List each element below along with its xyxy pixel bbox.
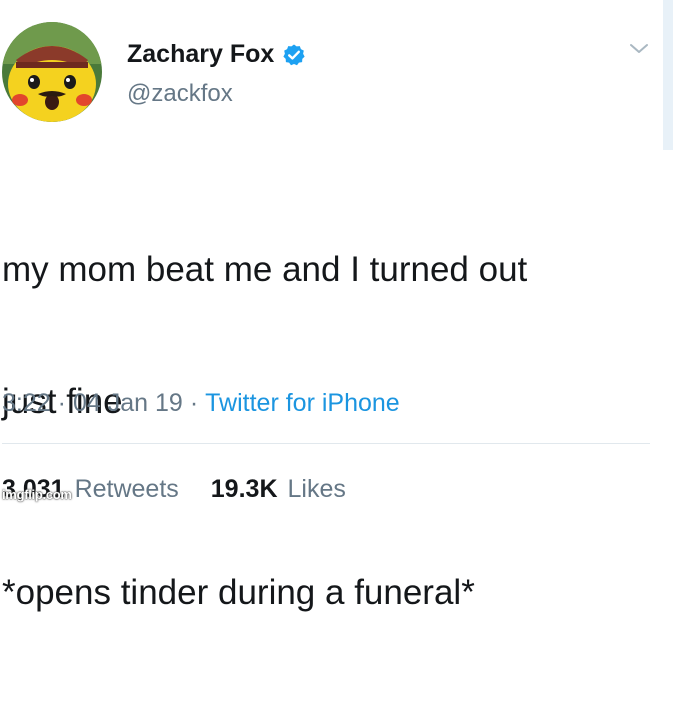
surprised-pikachu-avatar-icon — [2, 22, 102, 122]
author-name-row: Zachary Fox — [127, 42, 306, 67]
tweet-card: Zachary Fox @zackfox my mom beat me and … — [0, 0, 673, 612]
meta-separator: · — [57, 389, 66, 417]
divider — [2, 443, 650, 444]
author-display-name[interactable]: Zachary Fox — [127, 42, 274, 67]
scrollbar[interactable] — [663, 0, 673, 150]
tweet-line-1: my mom beat me and I turned out — [2, 250, 528, 289]
tweet-time[interactable]: 3:22 — [2, 388, 51, 418]
tweet-line-3: *opens tinder during a funeral* — [2, 573, 475, 612]
author-handle[interactable]: @zackfox — [127, 82, 233, 106]
tweet-metadata: 3:22 · 04 Jan 19 · Twitter for iPhone — [2, 388, 400, 418]
verified-badge-icon — [282, 43, 306, 67]
tweet-source-link[interactable]: Twitter for iPhone — [205, 388, 400, 418]
chevron-down-icon[interactable] — [628, 42, 650, 56]
meta-separator: · — [189, 389, 199, 417]
avatar[interactable] — [2, 22, 102, 122]
tweet-date[interactable]: 04 Jan 19 — [73, 388, 183, 418]
tweet-text: my mom beat me and I turned out just fin… — [2, 160, 662, 703]
